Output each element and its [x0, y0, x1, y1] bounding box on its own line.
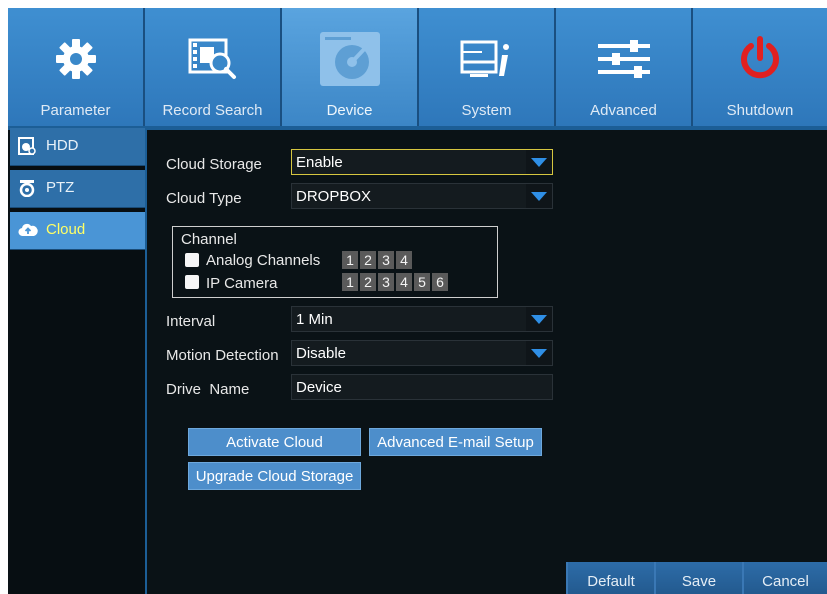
monitor-info-icon	[419, 36, 554, 82]
drive-name-input[interactable]: Device	[291, 374, 553, 400]
interval-select[interactable]: 1 Min	[291, 306, 553, 332]
motion-detection-select[interactable]: Disable	[291, 340, 553, 366]
motion-detection-label: Motion Detection	[166, 347, 279, 364]
dvr-settings-window: Parameter Record Search Device System Ad…	[8, 8, 827, 594]
default-button[interactable]: Default	[566, 562, 654, 594]
cloud-storage-value: Enable	[296, 154, 343, 171]
tab-label: Record Search	[162, 102, 263, 119]
chevron-down-icon	[526, 307, 552, 331]
top-navigation: Parameter Record Search Device System Ad…	[8, 8, 827, 130]
save-button[interactable]: Save	[654, 562, 742, 594]
analog-channel-1[interactable]: 1	[342, 251, 358, 269]
sidebar-item-label: Cloud	[46, 221, 86, 238]
hard-disk-icon	[282, 32, 417, 86]
interval-value: 1 Min	[296, 311, 333, 328]
tab-label: Parameter	[40, 102, 111, 119]
ip-camera-label: IP Camera	[206, 275, 278, 292]
cloud-type-label: Cloud Type	[166, 190, 242, 207]
cloud-storage-label: Cloud Storage	[166, 156, 262, 173]
tab-record-search[interactable]: Record Search	[145, 8, 282, 126]
ip-channel-3[interactable]: 3	[378, 273, 394, 291]
cloud-storage-select[interactable]: Enable	[291, 149, 553, 175]
ip-channel-1[interactable]: 1	[342, 273, 358, 291]
channel-group: Channel Analog Channels 1 2 3 4 IP Camer…	[172, 226, 498, 298]
analog-channel-2[interactable]: 2	[360, 251, 376, 269]
sidebar-item-hdd[interactable]: HDD	[10, 128, 146, 166]
tab-advanced[interactable]: Advanced	[556, 8, 693, 126]
ip-channel-5[interactable]: 5	[414, 273, 430, 291]
advanced-email-setup-button[interactable]: Advanced E-mail Setup	[369, 428, 542, 456]
chevron-down-icon	[526, 150, 552, 174]
hdd-icon	[18, 137, 36, 155]
sidebar-item-label: HDD	[46, 137, 79, 154]
upgrade-cloud-storage-button[interactable]: Upgrade Cloud Storage	[188, 462, 361, 490]
analog-channel-3[interactable]: 3	[378, 251, 394, 269]
sliders-icon	[556, 36, 691, 82]
ip-camera-checkbox[interactable]	[185, 275, 199, 289]
activate-cloud-button[interactable]: Activate Cloud	[188, 428, 361, 456]
sidebar: HDD PTZ Cloud	[10, 128, 146, 594]
tab-parameter[interactable]: Parameter	[8, 8, 145, 126]
tab-system[interactable]: System	[419, 8, 556, 126]
drive-name-label: Drive Name	[166, 381, 250, 398]
tab-label: Advanced	[590, 102, 657, 119]
channel-title: Channel	[181, 231, 237, 248]
ip-channel-4[interactable]: 4	[396, 273, 412, 291]
tab-label: System	[461, 102, 512, 119]
tab-device[interactable]: Device	[282, 8, 419, 126]
interval-label: Interval	[166, 313, 216, 330]
ip-channel-6[interactable]: 6	[432, 273, 448, 291]
cloud-type-select[interactable]: DROPBOX	[291, 183, 553, 209]
cloud-icon	[18, 221, 38, 239]
cancel-button[interactable]: Cancel	[742, 562, 827, 594]
tab-shutdown[interactable]: Shutdown	[693, 8, 827, 126]
tab-label: Device	[326, 102, 373, 119]
gear-icon	[8, 36, 143, 82]
motion-detection-value: Disable	[296, 345, 347, 362]
analog-channels-checkbox[interactable]	[185, 253, 199, 267]
power-icon	[693, 36, 827, 82]
analog-channel-4[interactable]: 4	[396, 251, 412, 269]
ptz-camera-icon	[18, 179, 36, 198]
sidebar-divider	[145, 128, 147, 594]
tab-label: Shutdown	[726, 102, 794, 119]
chevron-down-icon	[526, 184, 552, 208]
analog-channels-label: Analog Channels	[206, 252, 321, 269]
drive-name-value: Device	[296, 379, 342, 396]
chevron-down-icon	[526, 341, 552, 365]
cloud-type-value: DROPBOX	[296, 188, 372, 205]
sidebar-item-ptz[interactable]: PTZ	[10, 170, 146, 208]
ip-channel-2[interactable]: 2	[360, 273, 376, 291]
sidebar-item-cloud[interactable]: Cloud	[10, 212, 146, 250]
film-search-icon	[145, 36, 280, 82]
sidebar-item-label: PTZ	[46, 179, 75, 196]
